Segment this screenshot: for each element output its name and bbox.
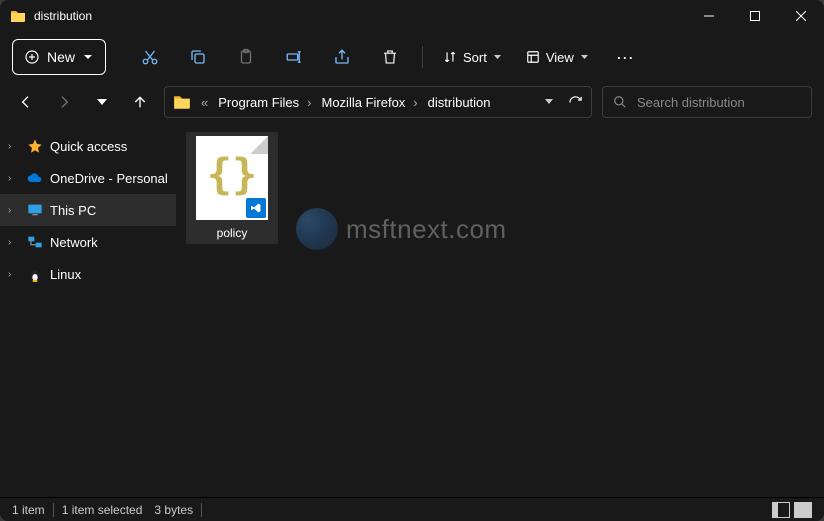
share-button[interactable] xyxy=(322,39,362,75)
maximize-button[interactable] xyxy=(732,0,778,32)
folder-icon xyxy=(173,93,191,111)
view-label: View xyxy=(546,50,574,65)
window-controls xyxy=(686,0,824,32)
chevron-down-icon xyxy=(493,53,502,62)
sidebar-item-linux[interactable]: › Linux xyxy=(0,258,176,290)
back-button[interactable] xyxy=(12,88,40,116)
chevron-down-icon xyxy=(83,52,93,62)
file-pane[interactable]: {} policy msftnext.com xyxy=(176,122,824,497)
more-button[interactable]: ··· xyxy=(605,39,645,75)
cut-button[interactable] xyxy=(130,39,170,75)
sort-button[interactable]: Sort xyxy=(435,39,510,75)
up-button[interactable] xyxy=(126,88,154,116)
recent-button[interactable] xyxy=(88,88,116,116)
view-button[interactable]: View xyxy=(518,39,597,75)
search-icon xyxy=(613,95,627,109)
search-placeholder: Search distribution xyxy=(637,95,745,110)
new-button-label: New xyxy=(47,49,75,65)
breadcrumb-item[interactable]: distribution xyxy=(428,95,491,110)
paste-button[interactable] xyxy=(226,39,266,75)
close-button[interactable] xyxy=(778,0,824,32)
sidebar-item-label: Network xyxy=(50,235,98,250)
toolbar: New Sort View ··· xyxy=(0,32,824,82)
sort-label: Sort xyxy=(463,50,487,65)
rename-button[interactable] xyxy=(274,39,314,75)
chevron-right-icon[interactable]: › xyxy=(8,205,20,216)
file-label: policy xyxy=(217,226,248,240)
watermark-text: msftnext.com xyxy=(346,214,507,245)
address-bar[interactable]: « Program Files› Mozilla Firefox› distri… xyxy=(164,86,592,118)
body: › Quick access › OneDrive - Personal › T… xyxy=(0,122,824,497)
chevron-right-icon: › xyxy=(303,95,315,110)
chevron-right-icon[interactable]: › xyxy=(8,269,20,280)
titlebar: distribution xyxy=(0,0,824,32)
sidebar-item-quick-access[interactable]: › Quick access xyxy=(0,130,176,162)
nav-tree: › Quick access › OneDrive - Personal › T… xyxy=(0,122,176,497)
network-icon xyxy=(26,233,44,251)
monitor-icon xyxy=(26,201,44,219)
watermark: msftnext.com xyxy=(296,208,507,250)
folder-icon xyxy=(10,8,26,24)
chevron-down-icon xyxy=(580,53,589,62)
chevron-right-icon[interactable]: › xyxy=(8,173,20,184)
window-title: distribution xyxy=(34,9,92,23)
file-item[interactable]: {} policy xyxy=(186,132,278,244)
breadcrumb-item[interactable]: Mozilla Firefox› xyxy=(322,95,422,110)
sidebar-item-this-pc[interactable]: › This PC xyxy=(0,194,176,226)
star-icon xyxy=(26,137,44,155)
sidebar-item-label: This PC xyxy=(50,203,96,218)
vscode-badge-icon xyxy=(246,198,266,218)
penguin-icon xyxy=(26,265,44,283)
overflow-chevron-icon[interactable]: « xyxy=(197,95,212,110)
sidebar-item-network[interactable]: › Network xyxy=(0,226,176,258)
sidebar-item-label: Linux xyxy=(50,267,81,282)
details-view-button[interactable] xyxy=(772,502,790,518)
json-file-icon: {} xyxy=(196,136,268,220)
delete-button[interactable] xyxy=(370,39,410,75)
minimize-button[interactable] xyxy=(686,0,732,32)
sidebar-item-label: Quick access xyxy=(50,139,127,154)
refresh-icon[interactable] xyxy=(568,95,583,110)
forward-button[interactable] xyxy=(50,88,78,116)
status-item-count: 1 item xyxy=(12,503,45,517)
navbar: « Program Files› Mozilla Firefox› distri… xyxy=(0,82,824,122)
status-size: 3 bytes xyxy=(154,503,193,517)
sidebar-item-label: OneDrive - Personal xyxy=(50,171,168,186)
status-bar: 1 item 1 item selected 3 bytes xyxy=(0,497,824,521)
sidebar-item-onedrive[interactable]: › OneDrive - Personal xyxy=(0,162,176,194)
new-button[interactable]: New xyxy=(12,39,106,75)
cloud-icon xyxy=(26,169,44,187)
status-selection: 1 item selected xyxy=(62,503,143,517)
chevron-right-icon[interactable]: › xyxy=(8,141,20,152)
breadcrumb-item[interactable]: Program Files› xyxy=(218,95,315,110)
chevron-right-icon[interactable]: › xyxy=(8,237,20,248)
chevron-down-icon[interactable] xyxy=(544,97,554,107)
chevron-right-icon: › xyxy=(409,95,421,110)
thumbnails-view-button[interactable] xyxy=(794,502,812,518)
copy-button[interactable] xyxy=(178,39,218,75)
globe-icon xyxy=(296,208,338,250)
search-box[interactable]: Search distribution xyxy=(602,86,812,118)
explorer-window: distribution New Sort View xyxy=(0,0,824,521)
